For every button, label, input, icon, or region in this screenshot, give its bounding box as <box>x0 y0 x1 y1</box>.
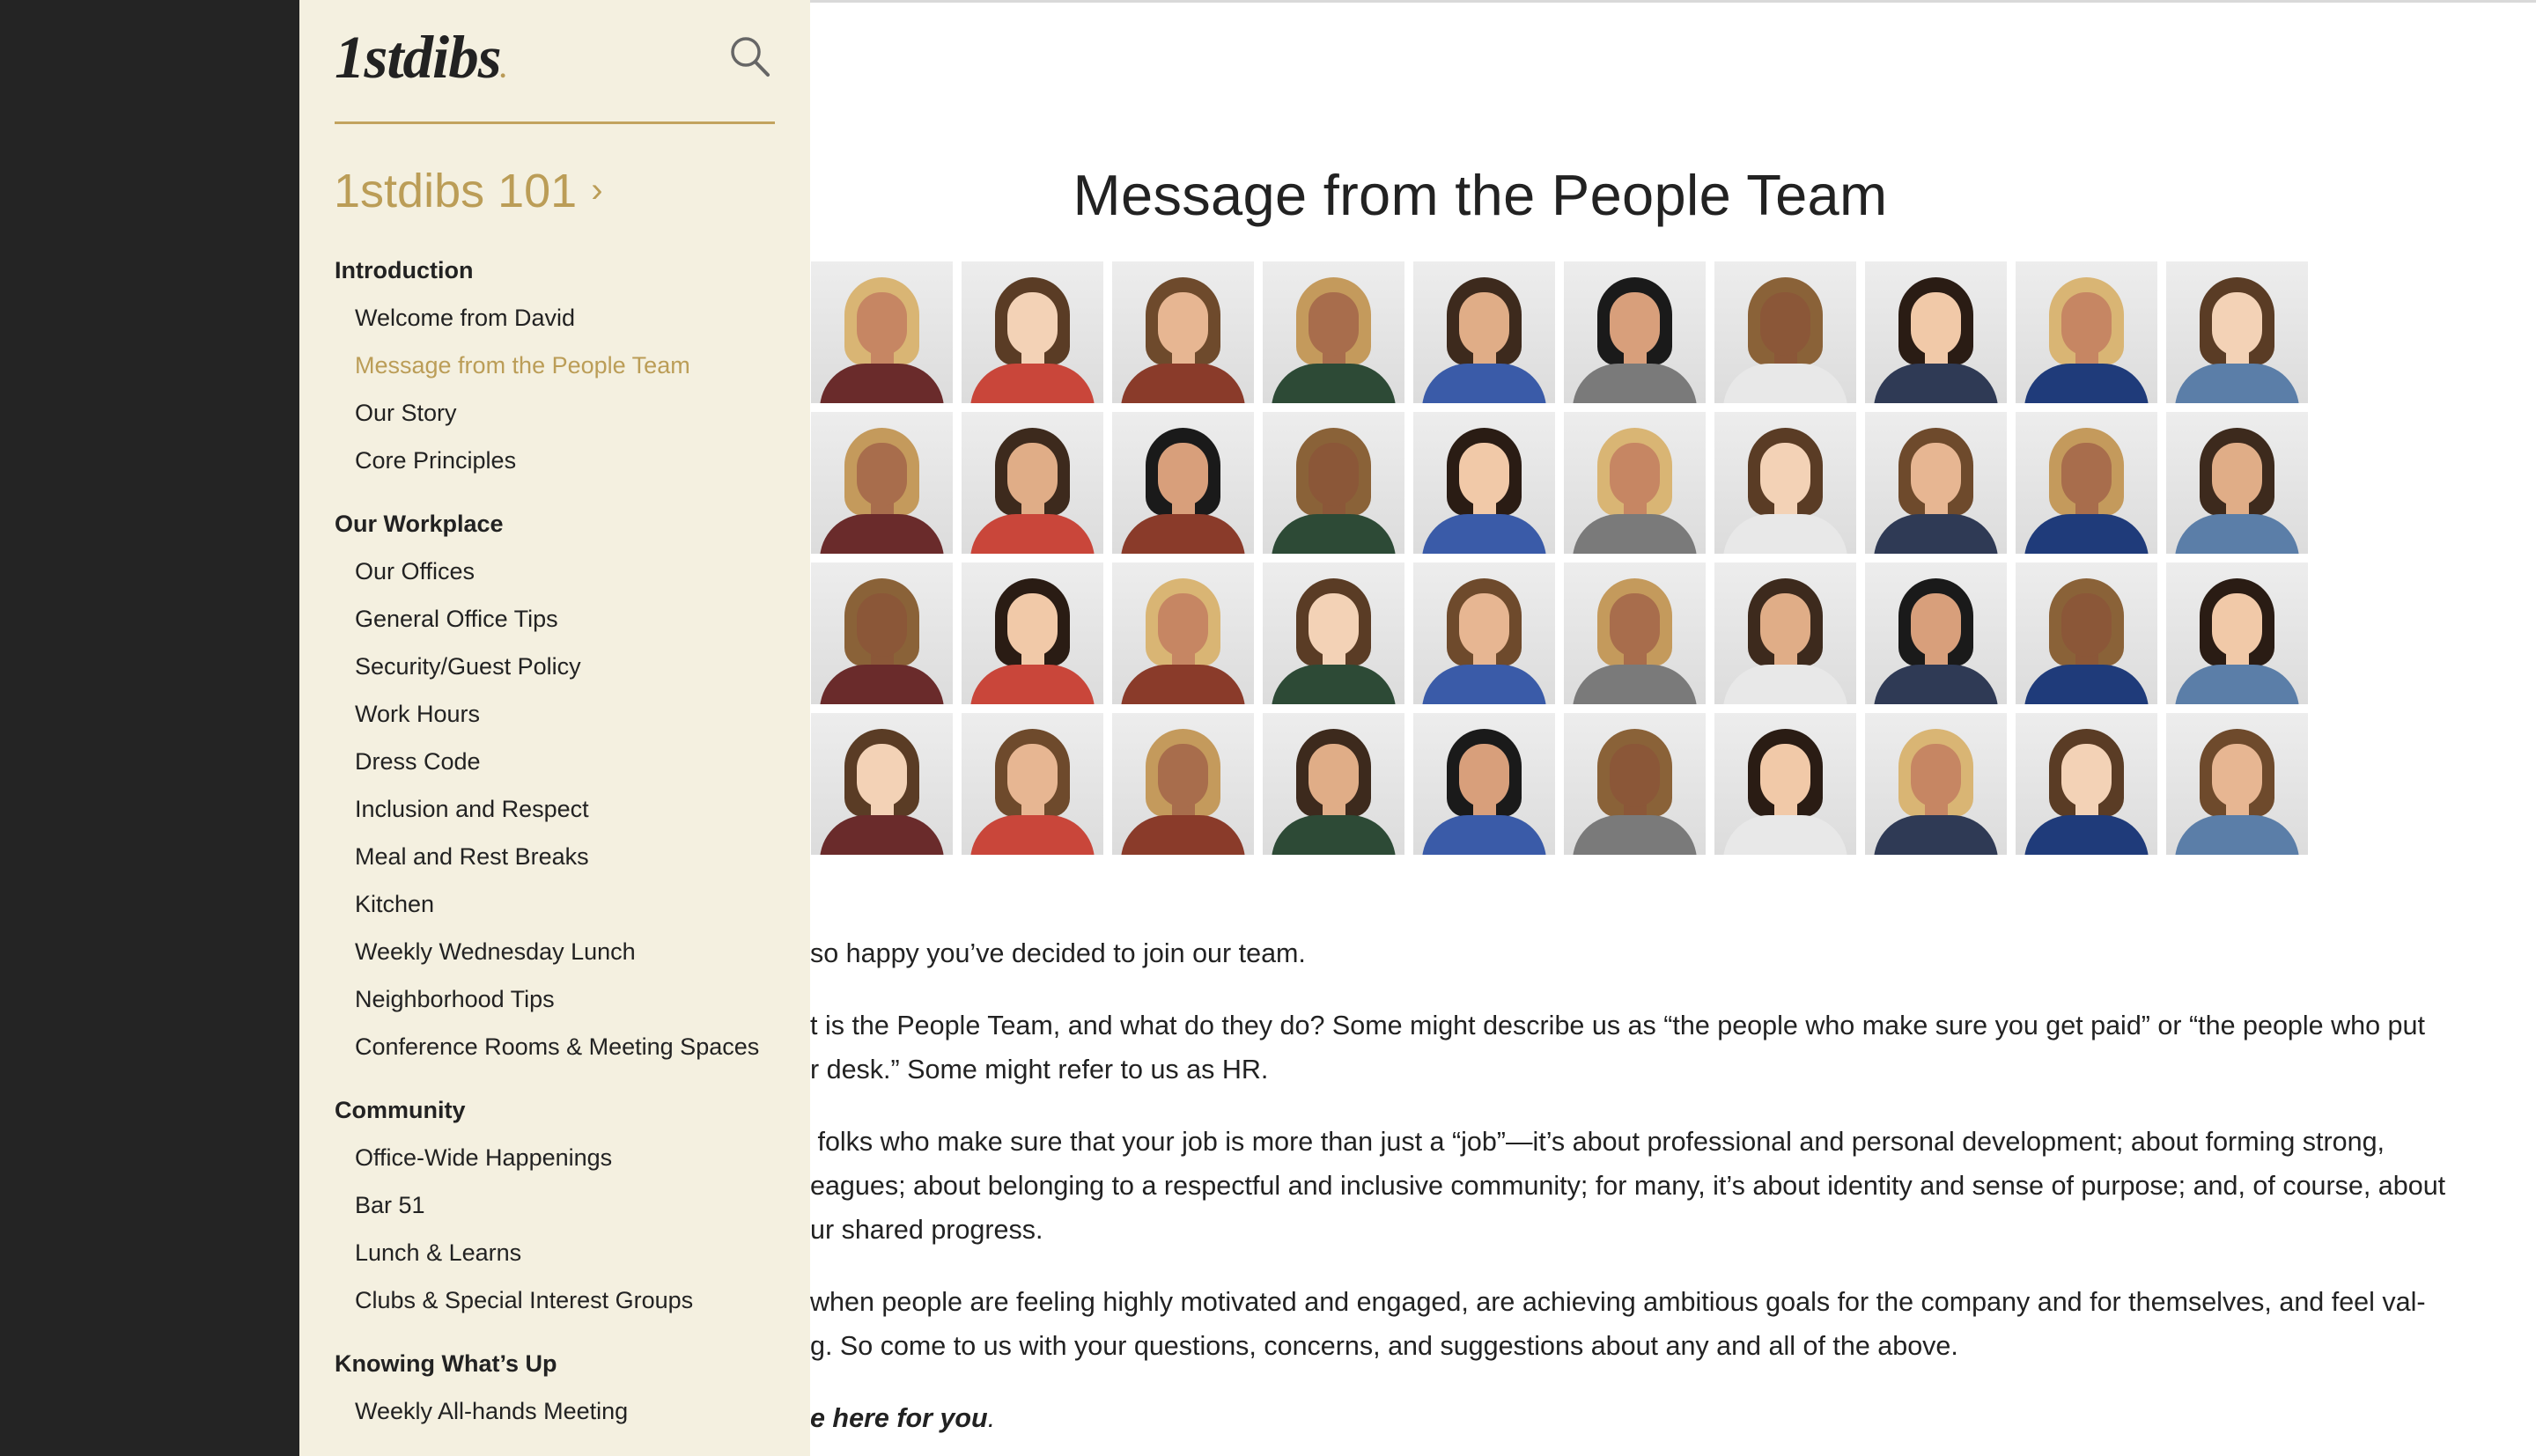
team-photo <box>1564 713 1706 855</box>
team-photo <box>1112 563 1254 704</box>
sidebar-nav-item[interactable]: Meal and Rest Breaks <box>335 833 801 880</box>
team-photo <box>1263 713 1404 855</box>
dark-gutter <box>0 0 299 1456</box>
sidebar-nav-item[interactable]: Kitchen <box>335 880 801 928</box>
sidebar-nav-item[interactable]: Welcome from David <box>335 294 801 342</box>
nav-group: Community Office-Wide Happenings Bar 51 Lun… <box>335 1086 801 1324</box>
team-photo <box>1865 261 2007 403</box>
team-photo <box>1413 412 1555 554</box>
nav-group: Knowing What’s Up Weekly All-hands Meetin… <box>335 1340 801 1435</box>
team-photo <box>1865 412 2007 554</box>
team-photo <box>1564 261 1706 403</box>
team-photo <box>1263 412 1404 554</box>
page-title: Message from the People Team <box>1073 162 1888 227</box>
sidebar-nav-item[interactable]: Bar 51 <box>335 1181 801 1229</box>
team-photo <box>1112 412 1254 554</box>
nav-heading[interactable]: Community <box>335 1086 801 1134</box>
main-content: Message from the People Team so happy yo… <box>810 0 2536 1456</box>
team-photo <box>2166 261 2308 403</box>
team-photo <box>2016 412 2157 554</box>
sidebar-nav-item[interactable]: Core Principles <box>335 437 801 484</box>
section-link-1stdibs-101[interactable]: 1stdibs 101 › <box>334 164 603 218</box>
sidebar: 1stdibs. 1stdibs 101 › Introduction Welcom… <box>299 0 810 1456</box>
team-photo <box>1413 261 1555 403</box>
sidebar-nav-item[interactable]: Neighborhood Tips <box>335 975 801 1023</box>
team-photo <box>1865 713 2007 855</box>
search-icon[interactable] <box>729 35 773 81</box>
team-photo <box>2166 412 2308 554</box>
sidebar-nav-item[interactable]: Dress Code <box>335 738 801 785</box>
logo-text: 1stdibs <box>335 24 502 91</box>
team-photo <box>962 412 1103 554</box>
sidebar-nav-item[interactable]: Conference Rooms & Meeting Spaces <box>335 1023 801 1070</box>
closing-emphasis: e here for you <box>810 1403 988 1433</box>
nav-heading[interactable]: Our Workplace <box>335 500 801 548</box>
sidebar-nav-item[interactable]: Message from the People Team <box>335 342 801 389</box>
nav-group: Our Workplace Our Offices General Office T… <box>335 500 801 1070</box>
team-photo <box>1413 713 1555 855</box>
team-photo <box>2166 563 2308 704</box>
team-photo <box>1865 563 2007 704</box>
team-photo <box>962 261 1103 403</box>
paragraph-4: when people are feeling highly motivated… <box>810 1287 2426 1361</box>
team-photo <box>962 563 1103 704</box>
sidebar-nav-item[interactable]: Work Hours <box>335 690 801 738</box>
team-photo <box>1564 563 1706 704</box>
sidebar-nav-item[interactable]: Our Story <box>335 389 801 437</box>
team-photo <box>811 713 953 855</box>
sidebar-nav-item[interactable]: General Office Tips <box>335 595 801 643</box>
section-link-label: 1stdibs 101 <box>334 165 578 217</box>
team-photo <box>811 563 953 704</box>
team-photo-grid <box>810 261 2308 855</box>
team-photo <box>811 261 953 403</box>
sidebar-nav-item[interactable]: Our Offices <box>335 548 801 595</box>
team-photo <box>1263 261 1404 403</box>
sidebar-nav: Introduction Welcome from David Message fr… <box>335 246 801 1451</box>
closing-period: . <box>987 1403 996 1433</box>
team-photo <box>2016 563 2157 704</box>
team-photo <box>1714 713 1856 855</box>
nav-heading[interactable]: Introduction <box>335 246 801 294</box>
sidebar-nav-item[interactable]: Weekly All-hands Meeting <box>335 1387 801 1435</box>
team-photo <box>2166 713 2308 855</box>
paragraph-1: so happy you’ve decided to join our team… <box>810 938 1306 968</box>
sidebar-nav-item[interactable]: Weekly Wednesday Lunch <box>335 928 801 975</box>
chevron-right-icon: › <box>591 171 603 210</box>
sidebar-nav-item[interactable]: Clubs & Special Interest Groups <box>335 1276 801 1324</box>
team-photo <box>962 713 1103 855</box>
paragraph-2: t is the People Team, and what do they d… <box>810 1011 2425 1085</box>
team-photo <box>1413 563 1555 704</box>
team-photo <box>1714 261 1856 403</box>
team-photo <box>1714 563 1856 704</box>
team-photo <box>1564 412 1706 554</box>
team-photo <box>1714 412 1856 554</box>
team-photo <box>1112 261 1254 403</box>
team-photo <box>2016 261 2157 403</box>
team-photo <box>1263 563 1404 704</box>
sidebar-nav-item[interactable]: Inclusion and Respect <box>335 785 801 833</box>
paragraph-3: folks who make sure that your job is mor… <box>810 1127 2446 1245</box>
nav-heading[interactable]: Knowing What’s Up <box>335 1340 801 1387</box>
team-photo <box>2016 713 2157 855</box>
sidebar-divider <box>335 121 775 124</box>
closing-line: e here for you. <box>810 1396 2518 1440</box>
logo[interactable]: 1stdibs. <box>335 23 507 92</box>
nav-group: Introduction Welcome from David Message fr… <box>335 246 801 484</box>
logo-dot: . <box>500 55 507 84</box>
team-photo <box>811 412 953 554</box>
sidebar-nav-item[interactable]: Security/Guest Policy <box>335 643 801 690</box>
message-body: so happy you’ve decided to join our team… <box>810 931 2518 1456</box>
sidebar-nav-item[interactable]: Lunch & Learns <box>335 1229 801 1276</box>
team-photo <box>1112 713 1254 855</box>
sidebar-nav-item[interactable]: Office-Wide Happenings <box>335 1134 801 1181</box>
